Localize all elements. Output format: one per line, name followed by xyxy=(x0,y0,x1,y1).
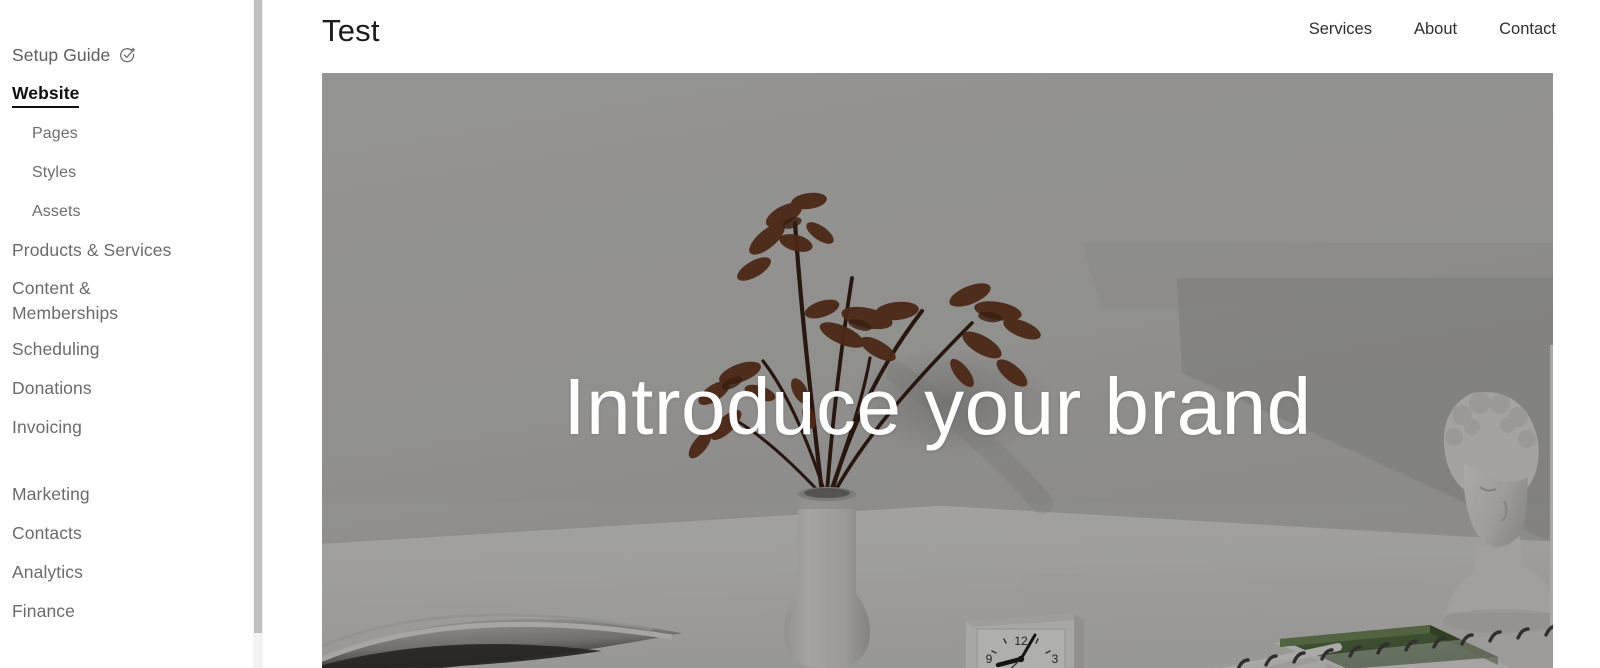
hero-headline[interactable]: Introduce your brand xyxy=(322,361,1553,453)
sidebar-item-invoicing[interactable]: Invoicing xyxy=(12,414,266,441)
sidebar-item-setup-guide[interactable]: Setup Guide xyxy=(12,42,266,69)
sidebar-item-contacts[interactable]: Contacts xyxy=(12,520,266,547)
sidebar-item-label: Content & Memberships xyxy=(12,278,119,323)
site-nav-link-services[interactable]: Services xyxy=(1309,18,1372,40)
sidebar-item-label: Invoicing xyxy=(12,417,82,437)
website-preview-canvas: Test Services About Contact 12 3 9 Intro… xyxy=(266,0,1600,668)
sidebar-item-label: Marketing xyxy=(12,484,90,504)
sidebar-scrollbar-thumb[interactable] xyxy=(254,0,262,633)
sidebar-item-label: Assets xyxy=(32,203,81,220)
sidebar-item-label: Website xyxy=(12,81,80,108)
sidebar-section-divider xyxy=(12,441,266,481)
sidebar-item-label: Pages xyxy=(32,125,78,142)
sidebar-item-analytics[interactable]: Analytics xyxy=(12,559,266,586)
sidebar-item-label: Contacts xyxy=(12,523,82,543)
sidebar-item-label: Setup Guide xyxy=(12,45,111,65)
sidebar-item-label: Styles xyxy=(32,164,77,181)
sidebar-item-assets[interactable]: Assets xyxy=(12,198,266,225)
sidebar-item-donations[interactable]: Donations xyxy=(12,375,266,402)
sidebar-item-scheduling[interactable]: Scheduling xyxy=(12,336,266,363)
sidebar-item-website[interactable]: Website xyxy=(12,81,266,108)
sidebar-item-label: Finance xyxy=(12,601,75,621)
site-nav-link-about[interactable]: About xyxy=(1414,18,1457,40)
sidebar-item-label: Scheduling xyxy=(12,339,100,359)
sidebar-item-label: Products & Services xyxy=(12,240,172,260)
hero-section[interactable]: 12 3 6 9 xyxy=(322,73,1553,668)
site-header: Test Services About Contact xyxy=(266,0,1600,73)
sidebar-item-pages[interactable]: Pages xyxy=(12,120,266,147)
setup-guide-sparkle-check-icon xyxy=(119,47,136,64)
sidebar-item-styles[interactable]: Styles xyxy=(12,159,266,186)
site-logo-title[interactable]: Test xyxy=(322,12,380,50)
sidebar-item-content-memberships[interactable]: Content & Memberships xyxy=(12,276,266,326)
sidebar-item-products-services[interactable]: Products & Services xyxy=(12,237,266,264)
main-sidebar: Setup Guide Website Pages Styles Assets xyxy=(0,0,266,668)
sidebar-item-finance[interactable]: Finance xyxy=(12,598,266,625)
site-nav: Services About Contact xyxy=(1309,18,1556,40)
sidebar-item-label: Donations xyxy=(12,378,92,398)
sidebar-item-marketing[interactable]: Marketing xyxy=(12,481,266,508)
sidebar-item-label: Analytics xyxy=(12,562,83,582)
site-nav-link-contact[interactable]: Contact xyxy=(1499,18,1556,40)
app-window: Setup Guide Website Pages Styles Assets xyxy=(0,0,1600,668)
